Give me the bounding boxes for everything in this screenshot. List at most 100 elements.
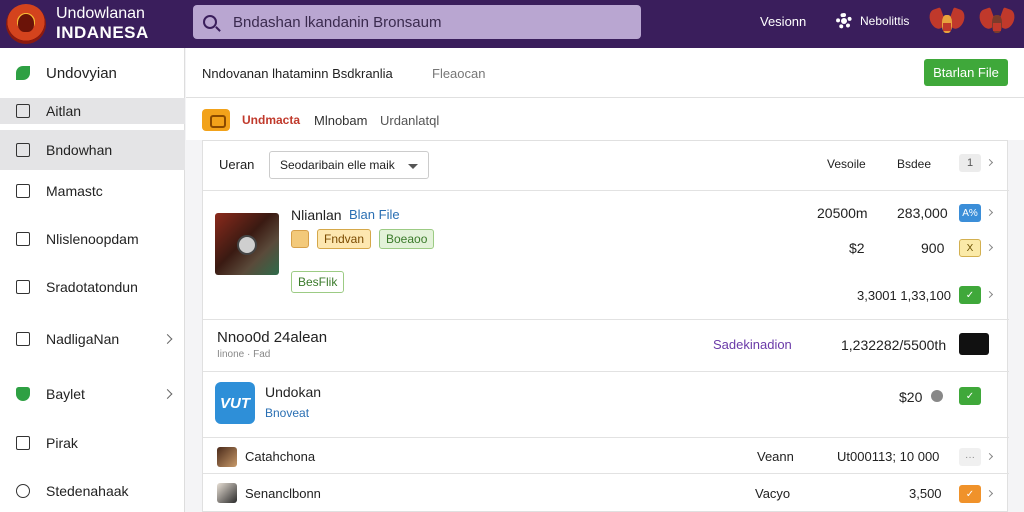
row-title[interactable]: Nnoo0d 24alean — [217, 329, 327, 346]
header-link[interactable]: Vesionn — [760, 14, 806, 29]
sidebar-item-label: NadligaNan — [46, 331, 120, 347]
brand-badge-icon — [202, 109, 230, 131]
breadcrumb-sub[interactable]: Fleaocan — [432, 66, 485, 81]
brand-tab[interactable]: Undmacta — [242, 113, 300, 127]
sidebar-item-8[interactable]: Baylet — [0, 381, 185, 407]
gear-icon[interactable] — [836, 13, 852, 29]
featured-count: 283,000 — [897, 205, 948, 221]
action-badge-orange[interactable]: ✓ — [959, 485, 981, 503]
sidebar-item-home[interactable]: Undovyian — [0, 60, 185, 86]
avatar[interactable] — [217, 483, 237, 503]
col-status-header[interactable]: Bsdee — [897, 157, 931, 171]
row-value: 3,500 — [909, 486, 942, 501]
row-thumbnail[interactable] — [959, 333, 989, 355]
row-label: Veann — [757, 449, 794, 464]
search-bar[interactable] — [193, 5, 641, 39]
grid-icon — [16, 232, 30, 246]
top-bar: Undowlanan INDANESA Vesionn Nebolittis — [0, 0, 1024, 48]
sidebar-item-label: Baylet — [46, 386, 85, 402]
row-title[interactable]: Undokan — [265, 384, 321, 400]
row-value: Ut000113; 10 000 — [837, 449, 940, 464]
play-icon — [237, 235, 257, 255]
info-icon — [16, 484, 30, 498]
sidebar-item-3[interactable]: Bndowhan — [0, 130, 185, 170]
document-icon — [16, 143, 30, 157]
sidebar-item-label: Sradotatondun — [46, 279, 138, 295]
sidebar-item-label: Undovyian — [46, 64, 117, 82]
primary-file-button[interactable]: Btarlan File — [924, 59, 1008, 86]
featured-title-link[interactable]: Blan File — [349, 207, 400, 222]
chip-status-2[interactable]: Boeaoo — [379, 229, 435, 249]
search-icon — [203, 15, 217, 29]
chevron-right-icon[interactable] — [985, 208, 994, 217]
sidebar-item-label: Nlislenoopdam — [46, 231, 139, 247]
sidebar-item-7[interactable]: NadligaNan — [0, 326, 185, 352]
action-badge-check[interactable]: ✓ — [959, 387, 981, 405]
featured-title[interactable]: Nlianlan — [291, 207, 342, 223]
sidebar-item-2[interactable]: Aitlan — [0, 98, 185, 124]
chevron-right-icon[interactable] — [985, 452, 994, 461]
shield-icon — [16, 387, 30, 401]
chevron-down-icon — [408, 164, 418, 169]
logo-line-1: Undowlanan — [56, 5, 145, 22]
sidebar-item-label: Mamastc — [46, 183, 103, 199]
featured-thumbnail[interactable] — [215, 213, 279, 275]
briefcase-icon — [16, 332, 30, 346]
more-icon[interactable]: ··· — [959, 448, 981, 466]
list-icon — [16, 436, 30, 450]
filter-label: Ueran — [219, 157, 255, 172]
action-badge-1[interactable]: A% — [959, 204, 981, 222]
profile-emblem-icon[interactable] — [977, 5, 1017, 41]
header-settings-link[interactable]: Nebolittis — [860, 14, 909, 28]
breadcrumb: Nndovanan lhataminn Bsdkranlia — [202, 66, 393, 81]
file-tag-button[interactable]: BesFlik — [291, 271, 345, 293]
action-badge-2[interactable]: X — [959, 239, 981, 257]
tag-icon — [291, 230, 309, 248]
sidebar-item-label: Pirak — [46, 435, 78, 451]
featured-size: 20500m — [817, 205, 868, 221]
row-label: Vacyo — [755, 486, 791, 501]
filter-select[interactable]: Seodaribain elle maik — [269, 151, 429, 179]
search-input[interactable] — [233, 13, 613, 31]
page-number[interactable]: 1 — [959, 154, 981, 172]
sidebar-item-label: Bndowhan — [46, 142, 113, 158]
row-subtitle-link[interactable]: Bnoveat — [265, 406, 309, 420]
col-versions-header[interactable]: Vesoile — [827, 157, 866, 171]
filter-select-value: Seodaribain elle maik — [280, 158, 395, 172]
featured-price: $2 — [849, 240, 865, 256]
sidebar-item-9[interactable]: Pirak — [0, 430, 185, 456]
row-subtitle: Iinone · Fad — [217, 349, 271, 360]
chevron-right-icon[interactable] — [985, 489, 994, 498]
sidebar-item-4[interactable]: Mamastc — [0, 178, 185, 204]
sidebar-item-10[interactable]: Stedenahaak — [0, 478, 185, 504]
featured-qty: 900 — [921, 240, 945, 256]
app-logo-tile[interactable]: VUT — [215, 382, 255, 424]
sidebar-item-6[interactable]: Sradotatondun — [0, 274, 185, 300]
calendar-icon — [16, 184, 30, 198]
action-badge-3[interactable]: ✓ — [959, 286, 981, 304]
chevron-right-icon — [162, 334, 173, 344]
chip-status-1[interactable]: Fndvan — [317, 229, 372, 249]
row-name[interactable]: Senanclbonn — [245, 486, 321, 501]
logo-line-2: INDANESA — [56, 23, 149, 42]
sidebar-item-5[interactable]: Nlislenoopdam — [0, 226, 185, 252]
chevron-right-icon — [162, 389, 173, 399]
chevron-right-icon[interactable] — [985, 290, 994, 299]
tab-2[interactable]: Urdanlatql — [380, 113, 439, 128]
row-link[interactable]: Sadekinadion — [713, 337, 792, 352]
avatar[interactable] — [217, 447, 237, 467]
chevron-right-icon[interactable] — [985, 243, 994, 252]
garuda-logo-icon[interactable] — [6, 4, 46, 44]
sidebar: Undovyian Aitlan Bndowhan Mamastc Nlisle… — [0, 48, 185, 512]
row-name[interactable]: Catahchona — [245, 449, 315, 464]
tab-1[interactable]: Mlnobam — [314, 113, 367, 128]
sidebar-item-label: Stedenahaak — [46, 483, 129, 499]
chevron-right-icon[interactable] — [985, 158, 994, 167]
sidebar-item-label: Aitlan — [46, 103, 82, 119]
info-icon[interactable] — [931, 390, 943, 402]
garuda-emblem-icon — [927, 5, 967, 41]
edit-icon — [16, 280, 30, 294]
app-logo-text[interactable]: Undowlanan INDANESA — [56, 5, 149, 42]
page-header: Nndovanan lhataminn Bsdkranlia Fleaocan … — [186, 48, 1024, 98]
subheader-tabs: Undmacta Mlnobam Urdanlatql — [186, 98, 1024, 140]
